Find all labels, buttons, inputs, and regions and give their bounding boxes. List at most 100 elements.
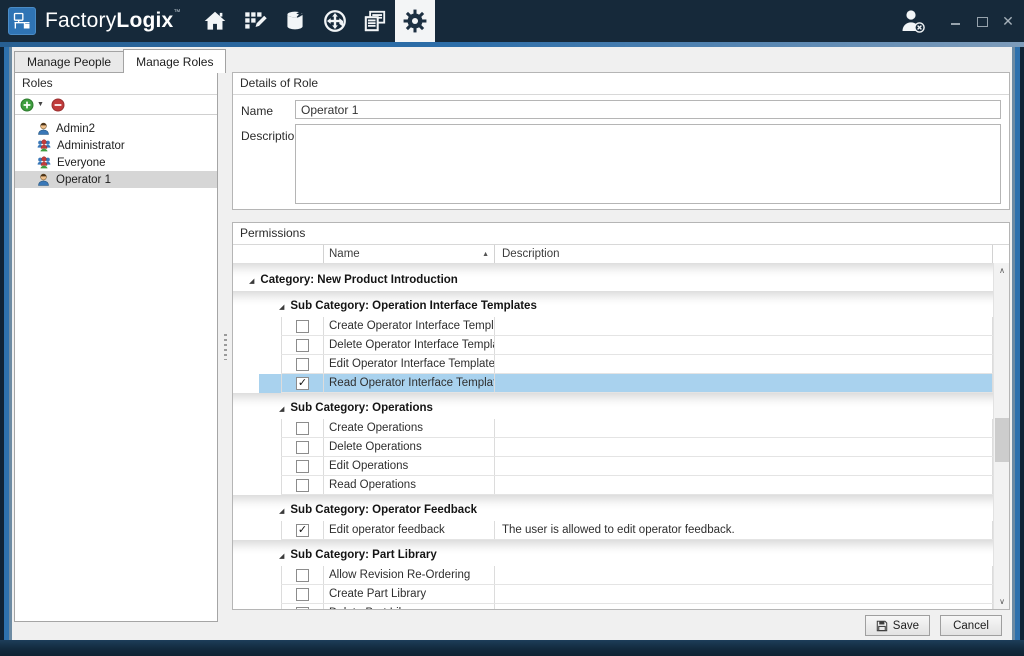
name-label: Name [241,104,273,118]
tab-manage-people[interactable]: Manage People [14,51,124,73]
group-icon [37,156,51,169]
close-button[interactable]: ✕ [1002,15,1014,27]
material-database-icon[interactable] [275,0,315,42]
person-icon [37,122,50,135]
scrollbar-thumb[interactable] [995,418,1009,462]
home-icon[interactable] [195,0,235,42]
permission-name: Allow Revision Re-Ordering [324,566,495,584]
scroll-up-icon[interactable]: ∧ [994,263,1010,278]
trademark: ™ [173,9,180,16]
add-role-icon[interactable] [20,98,34,112]
name-column-header[interactable]: Name▲ [324,245,495,263]
permission-row[interactable]: Delete Part Library [233,604,993,609]
collapse-expander-icon[interactable]: ◢ [279,405,284,413]
collapse-expander-icon[interactable]: ◢ [279,552,284,560]
permission-row[interactable]: Create Operations [233,419,993,438]
role-item[interactable]: Admin2 [15,120,217,137]
permission-name: Delete Part Library [324,604,495,609]
role-name: Admin2 [56,123,95,135]
permission-checkbox[interactable] [296,358,309,371]
app-window: FactoryLogix™ [0,0,1024,656]
collapse-expander-icon[interactable]: ◢ [249,277,254,285]
npi-circle-arrows-icon[interactable] [315,0,355,42]
permission-description [495,355,993,373]
maximize-button[interactable] [976,15,988,27]
settings-gear-icon[interactable] [395,0,435,42]
permission-row[interactable]: Delete Operations [233,438,993,457]
permission-row[interactable]: Read Operations [233,476,993,495]
role-item[interactable]: Everyone [15,154,217,171]
permission-name: Edit Operator Interface Templates [324,355,495,373]
brand: FactoryLogix™ [8,7,181,35]
roles-toolbar: ▼ [15,94,217,115]
role-item[interactable]: Operator 1 [15,171,217,188]
main-nav [195,0,435,42]
permission-name: Create Part Library [324,585,495,603]
permission-checkbox[interactable] [296,422,309,435]
subcategory-group-row[interactable]: ◢Sub Category: Operation Interface Templ… [233,291,993,317]
permission-row[interactable]: ✓Edit operator feedbackThe user is allow… [233,521,993,540]
permission-checkbox[interactable] [296,607,309,610]
permission-checkbox[interactable]: ✓ [296,524,309,537]
permission-checkbox[interactable] [296,320,309,333]
permissions-scrollbar[interactable]: ∧ ∨ [993,263,1009,609]
category-group-row[interactable]: ◢Category: New Product Introduction [233,263,993,291]
permission-description [495,336,993,354]
role-name: Operator 1 [56,174,111,186]
collapse-expander-icon[interactable]: ◢ [279,303,284,311]
description-column-header[interactable]: Description [495,245,993,263]
permission-checkbox[interactable] [296,479,309,492]
permission-name: Create Operations [324,419,495,437]
save-button[interactable]: Save [865,615,930,636]
permission-name: Read Operator Interface Templates [324,374,495,392]
permission-checkbox[interactable] [296,569,309,582]
permission-row[interactable]: Delete Operator Interface Templat... [233,336,993,355]
permission-checkbox[interactable]: ✓ [296,377,309,390]
permission-row[interactable]: ✓ Read Operator Interface Templates [233,374,993,393]
documents-icon[interactable] [355,0,395,42]
permission-row[interactable]: Create Part Library [233,585,993,604]
panel-splitter[interactable] [220,72,230,622]
subcategory-group-row[interactable]: ◢Sub Category: Operations [233,393,993,419]
description-label: Description [241,129,301,143]
production-grid-pencil-icon[interactable] [235,0,275,42]
permission-checkbox[interactable] [296,588,309,601]
footer-buttons: Save Cancel [865,615,1002,636]
sort-ascending-icon: ▲ [482,251,489,258]
header-filler [993,245,1009,263]
tab-manage-roles[interactable]: Manage Roles [123,49,226,73]
subcategory-group-row[interactable]: ◢Sub Category: Part Library [233,540,993,566]
user-logout-icon[interactable] [898,7,928,35]
client-area: Manage People Manage Roles Roles ▼ Admin… [12,47,1012,640]
titlebar-right: ✕ [898,7,1014,35]
permissions-table-body: ◢Category: New Product Introduction◢Sub … [233,263,993,609]
role-name-input[interactable] [295,100,1001,119]
role-description-input[interactable] [295,124,1001,204]
permission-description [495,374,993,392]
permission-row[interactable]: Allow Revision Re-Ordering [233,566,993,585]
permission-row[interactable]: Edit Operations [233,457,993,476]
subcategory-group-row[interactable]: ◢ Sub Category: Operator Feedback [233,495,993,521]
app-title: FactoryLogix™ [45,9,181,33]
permission-checkbox[interactable] [296,441,309,454]
permission-name: Edit Operations [324,457,495,475]
permission-name: Delete Operator Interface Templat... [324,336,495,354]
scroll-down-icon[interactable]: ∨ [994,594,1010,609]
details-panel-title: Details of Role [233,73,1009,95]
permissions-panel-title: Permissions [233,223,1009,245]
permission-description [495,566,993,584]
role-item[interactable]: Administrator [15,137,217,154]
role-name: Everyone [57,157,106,169]
permission-checkbox[interactable] [296,460,309,473]
roles-panel: Roles ▼ Admin2AdministratorEveryoneOpera… [14,72,218,622]
collapse-expander-icon[interactable]: ◢ [279,507,284,515]
remove-role-icon[interactable] [51,98,65,112]
add-role-dropdown-icon[interactable]: ▼ [37,101,44,108]
minimize-button[interactable] [950,15,962,27]
permission-checkbox[interactable] [296,339,309,352]
group-label: Sub Category: Operator Feedback [290,504,477,516]
permission-row[interactable]: Create Operator Interface Templat... [233,317,993,336]
permission-row[interactable]: Edit Operator Interface Templates [233,355,993,374]
cancel-button[interactable]: Cancel [940,615,1002,636]
permission-description [495,438,993,456]
